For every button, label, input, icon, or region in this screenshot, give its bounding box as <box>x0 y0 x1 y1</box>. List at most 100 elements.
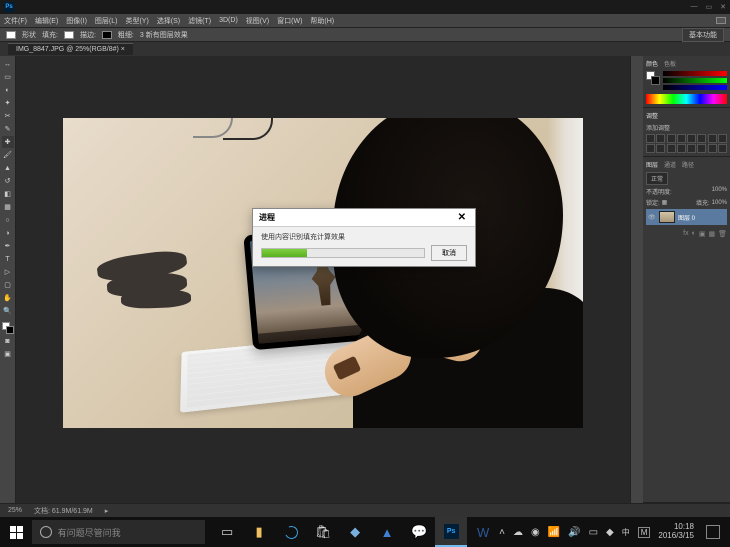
adj-icon[interactable] <box>667 134 676 143</box>
opt-shape[interactable]: 形状 <box>22 30 36 40</box>
explorer-icon[interactable]: ▮ <box>243 517 275 547</box>
tab-adjust[interactable]: 调整 <box>646 111 658 120</box>
hand-tool-icon[interactable]: ✋ <box>2 292 14 304</box>
folder-icon[interactable]: ▣ <box>699 230 706 238</box>
layer-name[interactable]: 图层 0 <box>678 213 695 222</box>
new-layer-icon[interactable]: ▦ <box>708 230 715 238</box>
crop-tool-icon[interactable]: ✂ <box>2 110 14 122</box>
edge-icon[interactable] <box>275 517 307 547</box>
adj-icon[interactable] <box>697 144 706 153</box>
opt-fill-swatch[interactable] <box>64 31 74 39</box>
adj-icon[interactable] <box>687 144 696 153</box>
rgb-sliders[interactable] <box>663 71 727 92</box>
adj-icon[interactable] <box>646 134 655 143</box>
close-button[interactable]: ✕ <box>720 3 726 11</box>
menu-edit[interactable]: 编辑(E) <box>35 16 58 26</box>
blur-tool-icon[interactable]: ○ <box>2 214 14 226</box>
adj-icon[interactable] <box>677 134 686 143</box>
fill-value[interactable]: 100% <box>712 200 727 206</box>
menu-select[interactable]: 选择(S) <box>157 16 180 26</box>
dialog-titlebar[interactable]: 进程 ✕ <box>253 209 475 227</box>
healing-tool-icon[interactable]: ✚ <box>2 136 14 148</box>
adj-icon[interactable] <box>656 134 665 143</box>
tray-network-icon[interactable]: 📶 <box>548 527 560 538</box>
opt-new[interactable]: 3 新有图层效果 <box>140 30 188 40</box>
layer-row[interactable]: 👁 图层 0 <box>646 209 727 225</box>
type-tool-icon[interactable]: T <box>2 253 14 265</box>
document-canvas[interactable]: 炽热狙击 <box>63 118 583 428</box>
slider-b[interactable] <box>663 85 727 90</box>
history-tool-icon[interactable]: ↺ <box>2 175 14 187</box>
collapsed-panel-strip[interactable] <box>631 56 643 503</box>
task-view-icon[interactable]: ▭ <box>211 517 243 547</box>
menu-window[interactable]: 窗口(W) <box>277 16 302 26</box>
start-button[interactable] <box>4 517 30 547</box>
action-center-icon[interactable] <box>706 525 720 539</box>
ime-lang[interactable]: 中 <box>622 527 630 538</box>
adj-icon[interactable] <box>718 134 727 143</box>
adj-icon[interactable] <box>667 144 676 153</box>
menu-layer[interactable]: 图层(L) <box>95 16 118 26</box>
move-tool-icon[interactable]: ↔ <box>2 58 14 70</box>
adj-icon[interactable] <box>687 134 696 143</box>
zoom-level[interactable]: 25% <box>8 507 22 514</box>
maximize-button[interactable]: ▭ <box>706 3 713 11</box>
tab-channels[interactable]: 通道 <box>664 160 676 169</box>
path-tool-icon[interactable]: ▷ <box>2 266 14 278</box>
gradient-tool-icon[interactable]: ▦ <box>2 201 14 213</box>
canvas-area[interactable]: 炽热狙击 进程 ✕ 使用内容识别填充计算效果 <box>16 56 630 503</box>
adj-icon[interactable] <box>708 134 717 143</box>
layer-thumbnail[interactable] <box>659 211 675 223</box>
marquee-tool-icon[interactable]: ▭ <box>2 71 14 83</box>
store-icon[interactable]: 🛍 <box>307 517 339 547</box>
tray-app-icon[interactable]: ◆ <box>606 527 614 538</box>
word-icon[interactable]: W <box>467 517 499 547</box>
tab-swatches[interactable]: 色板 <box>664 59 676 68</box>
stamp-tool-icon[interactable]: ▲ <box>2 162 14 174</box>
status-arrow-icon[interactable]: ▸ <box>105 507 109 515</box>
tool-preset[interactable] <box>6 31 16 39</box>
eyedropper-tool-icon[interactable]: ✎ <box>2 123 14 135</box>
mask-icon[interactable]: ◐ <box>692 230 696 238</box>
tab-layers[interactable]: 图层 <box>646 160 658 169</box>
lasso-tool-icon[interactable]: ◐ <box>2 84 14 96</box>
color-spectrum[interactable] <box>646 94 727 104</box>
opt-stroke-swatch[interactable] <box>102 31 112 39</box>
color-tool[interactable] <box>2 322 14 334</box>
tray-volume-icon[interactable]: 🔊 <box>568 527 580 538</box>
ime-mode[interactable]: M <box>638 527 651 538</box>
menu-help[interactable]: 帮助(H) <box>310 16 334 26</box>
slider-g[interactable] <box>663 78 727 83</box>
menu-view[interactable]: 视图(V) <box>246 16 269 26</box>
screen-mode-icon[interactable]: ▣ <box>2 348 14 360</box>
dialog-cancel-button[interactable]: 取消 <box>431 245 467 261</box>
document-tab[interactable]: IMG_8847.JPG @ 25%(RGB/8#) × <box>8 43 133 55</box>
wand-tool-icon[interactable]: ✦ <box>2 97 14 109</box>
color-fg-bg[interactable] <box>646 71 660 85</box>
doc-info[interactable]: 文档: 61.9M/61.9M <box>34 506 93 516</box>
mask-mode-icon[interactable]: ◙ <box>2 335 14 347</box>
app-icon[interactable]: ◆ <box>339 517 371 547</box>
dodge-tool-icon[interactable]: ◑ <box>2 227 14 239</box>
visibility-icon[interactable]: 👁 <box>648 214 656 221</box>
eraser-tool-icon[interactable]: ◧ <box>2 188 14 200</box>
app-icon-2[interactable]: ▲ <box>371 517 403 547</box>
tab-paths[interactable]: 路径 <box>682 160 694 169</box>
adj-icon[interactable] <box>718 144 727 153</box>
opacity-value[interactable]: 100% <box>712 187 727 196</box>
blend-mode-select[interactable]: 正常 <box>646 172 668 185</box>
pen-tool-icon[interactable]: ✒ <box>2 240 14 252</box>
lock-icon[interactable]: ▦ <box>662 199 668 206</box>
minimize-button[interactable]: — <box>691 3 698 11</box>
tray-cloud-icon[interactable]: ☁ <box>513 527 523 538</box>
adj-icon[interactable] <box>646 144 655 153</box>
zoom-tool-icon[interactable]: 🔍 <box>2 305 14 317</box>
delete-icon[interactable]: 🗑 <box>718 230 727 238</box>
menu-type[interactable]: 类型(Y) <box>125 16 148 26</box>
tab-color[interactable]: 颜色 <box>646 59 658 68</box>
adj-icon[interactable] <box>677 144 686 153</box>
adj-icon[interactable] <box>697 134 706 143</box>
fx-icon[interactable]: fx <box>683 230 688 238</box>
shape-tool-icon[interactable]: ▢ <box>2 279 14 291</box>
menu-file[interactable]: 文件(F) <box>4 16 27 26</box>
